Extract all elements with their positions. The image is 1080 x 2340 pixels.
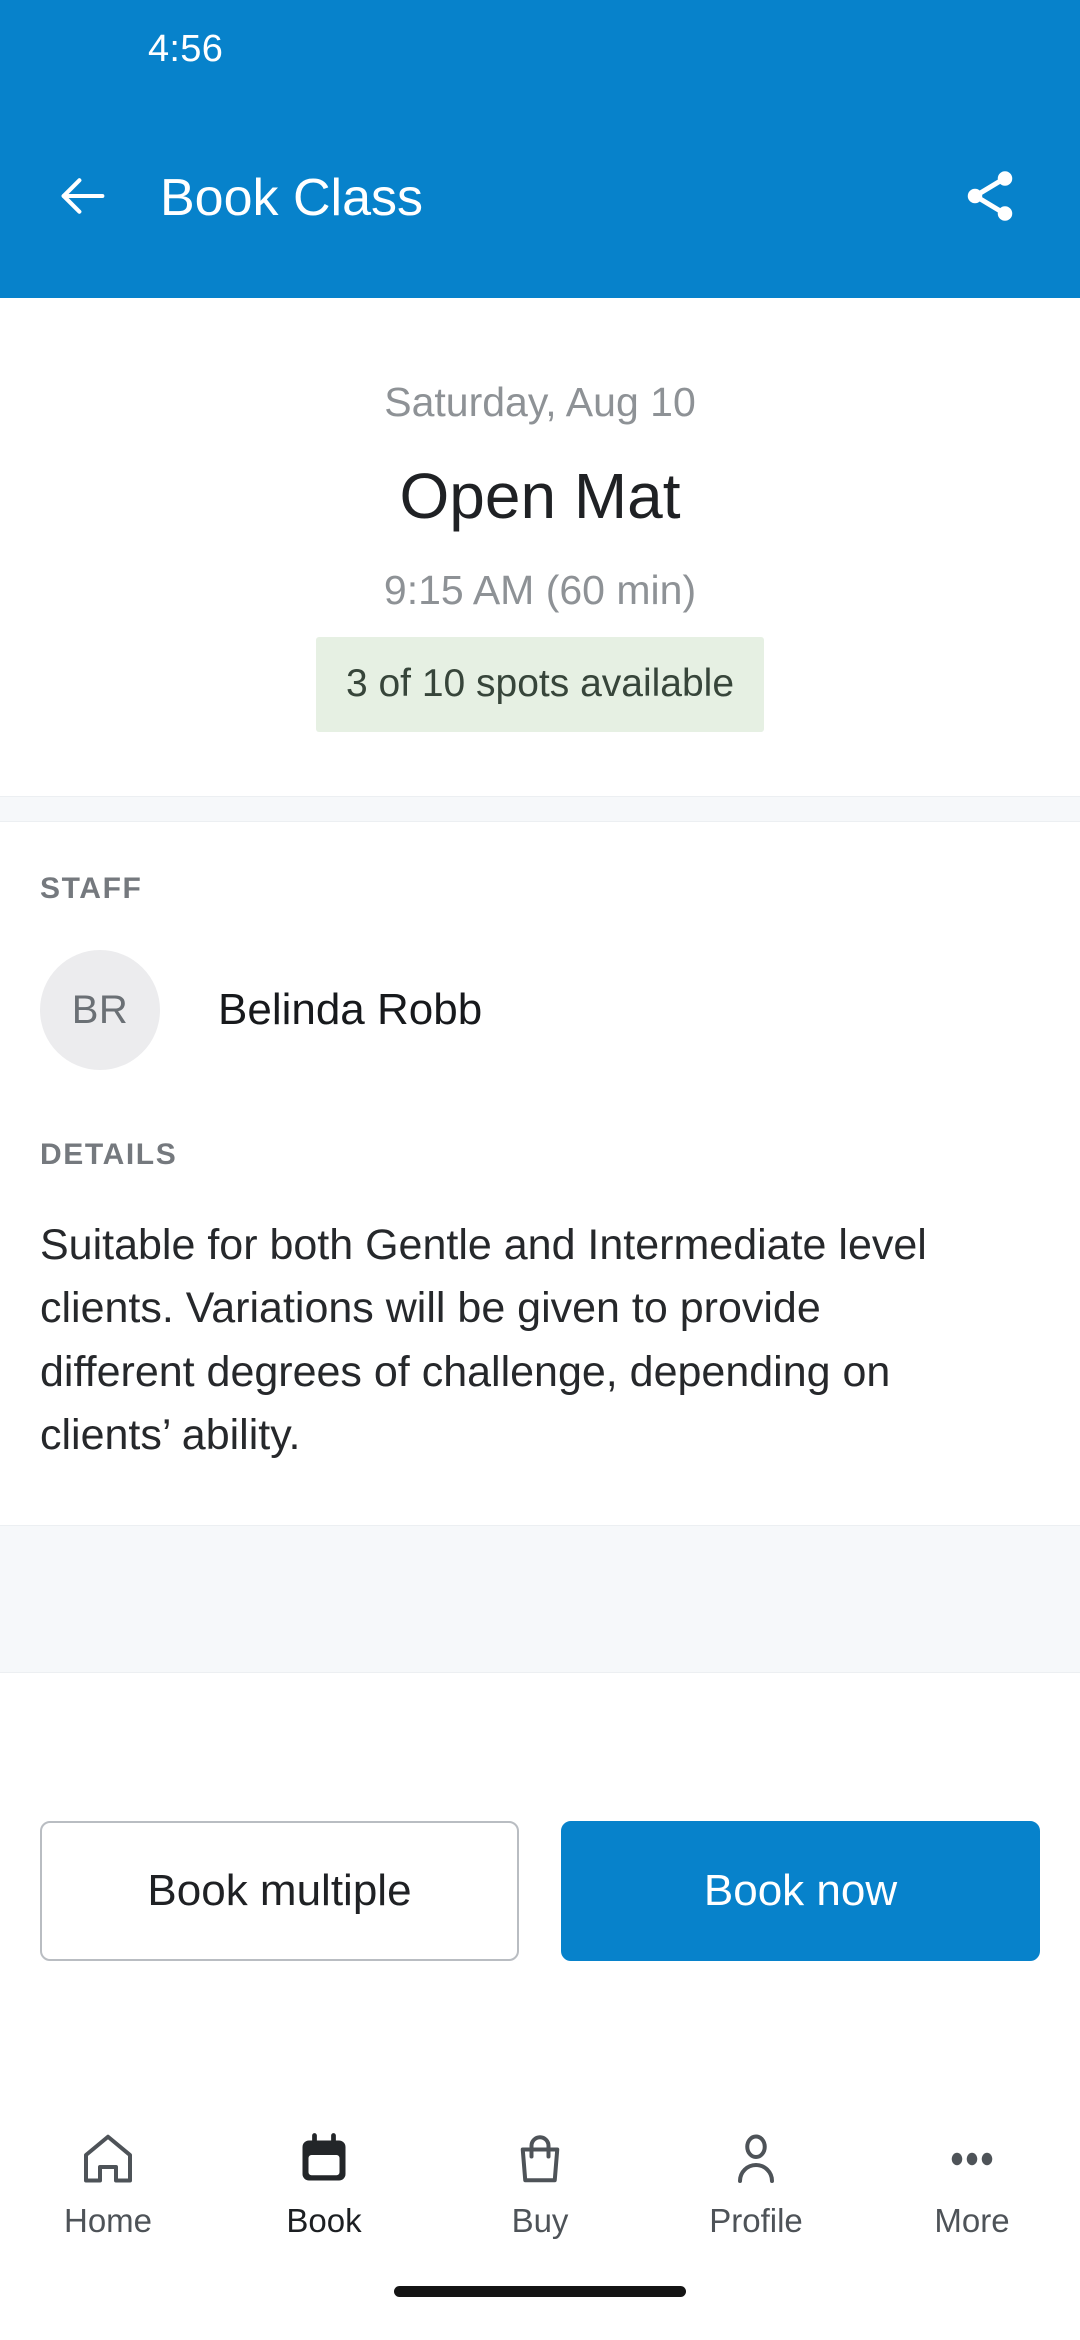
staff-row[interactable]: BR Belinda Robb bbox=[40, 904, 1040, 1088]
nav-label-more: More bbox=[934, 2202, 1010, 2239]
bottom-navigation: Home Book Buy Profile More bbox=[0, 2108, 1080, 2278]
details-section-label: DETAILS bbox=[40, 1138, 178, 1172]
nav-label-book: Book bbox=[286, 2202, 362, 2239]
staff-section-label: STAFF bbox=[40, 872, 143, 906]
action-bar: Book multiple Book now bbox=[0, 1673, 1080, 2108]
home-indicator-area bbox=[0, 2278, 1080, 2340]
back-button[interactable] bbox=[50, 165, 116, 231]
nav-label-buy: Buy bbox=[511, 2202, 569, 2239]
book-multiple-button[interactable]: Book multiple bbox=[40, 1820, 519, 1961]
status-bar-clock: 4:56 bbox=[148, 28, 224, 70]
section-divider-top bbox=[0, 796, 1080, 823]
nav-item-profile[interactable]: Profile bbox=[648, 2122, 864, 2237]
nav-item-buy[interactable]: Buy bbox=[432, 2122, 648, 2237]
status-badge: 3 of 10 spots available bbox=[315, 637, 765, 733]
section-divider-bottom bbox=[0, 1525, 1080, 1673]
dots-icon bbox=[942, 2122, 1002, 2196]
share-button[interactable] bbox=[954, 162, 1026, 234]
staff-name: Belinda Robb bbox=[218, 985, 483, 1035]
class-summary: Saturday, Aug 10 Open Mat 9:15 AM (60 mi… bbox=[0, 298, 1080, 797]
nav-label-home: Home bbox=[63, 2202, 153, 2239]
avatar: BR bbox=[40, 950, 160, 1071]
content-section: STAFF BR Belinda Robb DETAILS Suitable f… bbox=[0, 822, 1080, 1525]
nav-label-profile: Profile bbox=[709, 2202, 803, 2239]
bag-icon bbox=[510, 2122, 570, 2196]
page-title: Book Class bbox=[160, 169, 423, 227]
phone-screen: 4:56 Book Class Saturday, Aug 10 Open Ma… bbox=[0, 0, 1080, 2340]
avatar-initials: BR bbox=[71, 988, 129, 1033]
book-now-button[interactable]: Book now bbox=[561, 1820, 1040, 1961]
share-icon bbox=[960, 166, 1020, 231]
details-text: Suitable for both Gentle and Intermediat… bbox=[40, 1221, 927, 1459]
person-icon bbox=[726, 2122, 786, 2196]
arrow-left-icon bbox=[54, 167, 112, 230]
class-name: Open Mat bbox=[399, 460, 681, 532]
home-indicator[interactable] bbox=[394, 2286, 686, 2297]
status-bar: 4:56 bbox=[0, 0, 1080, 98]
nav-item-book[interactable]: Book bbox=[216, 2122, 432, 2237]
app-bar: Book Class bbox=[0, 98, 1080, 298]
class-time: 9:15 AM (60 min) bbox=[383, 567, 697, 614]
nav-item-more[interactable]: More bbox=[864, 2122, 1080, 2237]
calendar-icon bbox=[294, 2122, 354, 2196]
class-date: Saturday, Aug 10 bbox=[384, 379, 696, 425]
nav-item-home[interactable]: Home bbox=[0, 2122, 216, 2237]
home-icon bbox=[78, 2122, 138, 2196]
